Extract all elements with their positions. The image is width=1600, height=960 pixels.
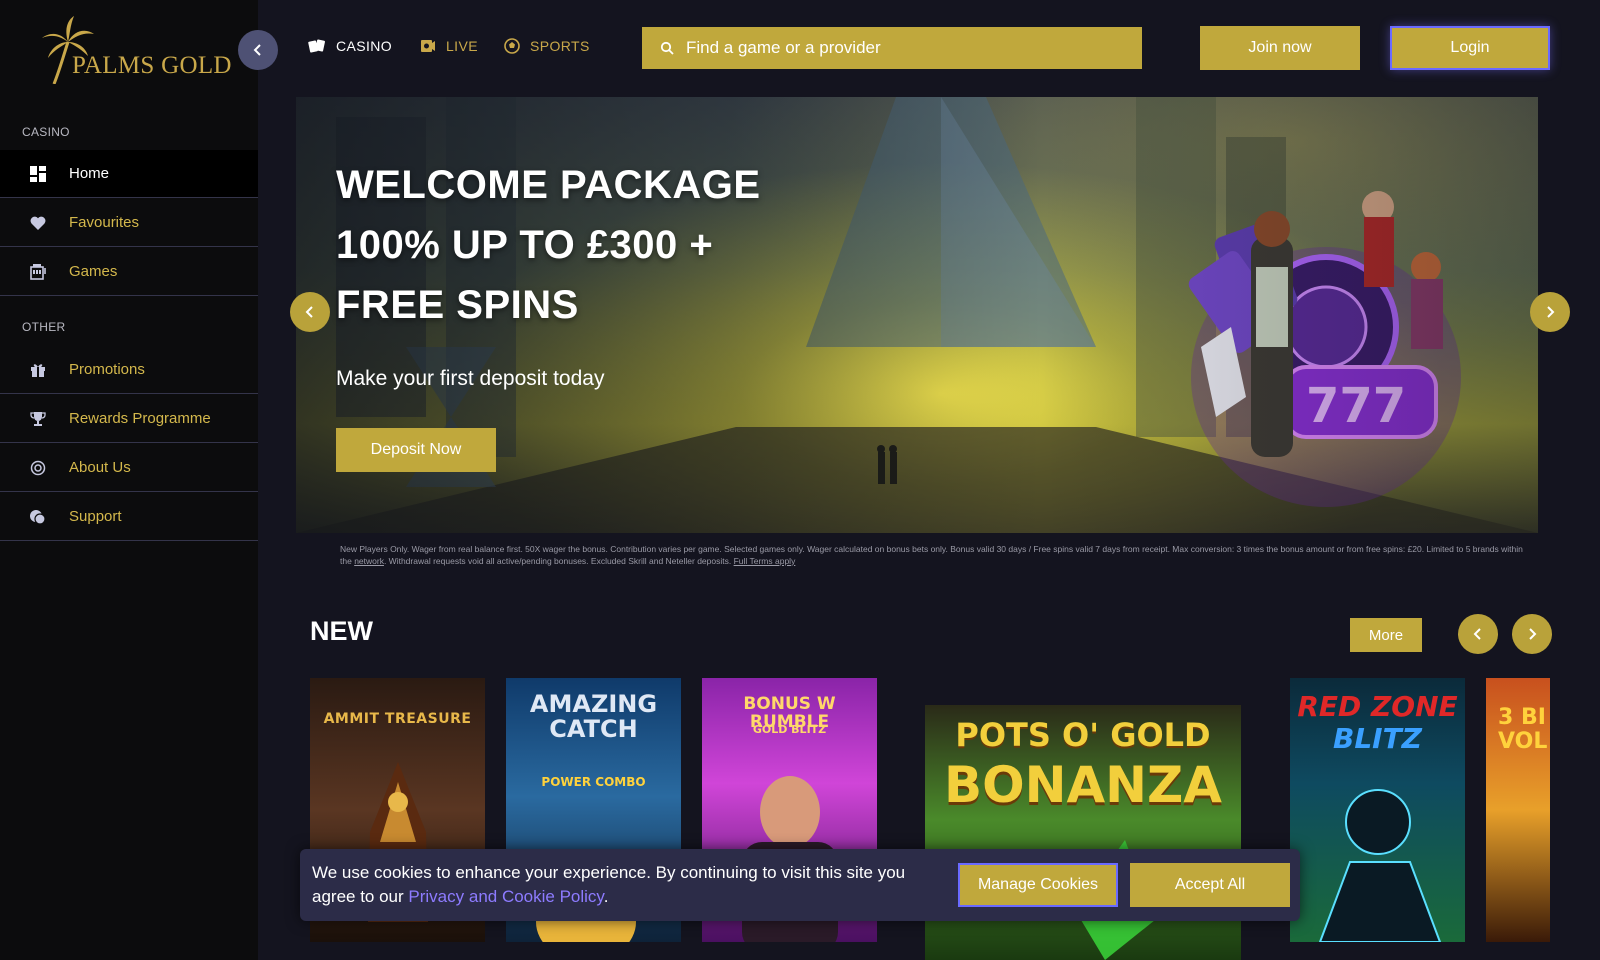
heart-icon [27,212,49,234]
hero-title-line-2: 100% UP TO £300 + [336,223,714,267]
chevron-left-icon [305,306,313,318]
deposit-now-button[interactable]: Deposit Now [336,428,496,472]
chevron-left-icon [253,44,261,56]
new-section-title: NEW [310,616,373,646]
sidebar-item-about-us[interactable]: About Us [0,444,258,492]
info-circle-icon [27,457,49,479]
sidebar-item-games[interactable]: Games [0,248,258,296]
nav-casino-label: CASINO [336,38,393,54]
nav-casino[interactable]: CASINO [308,38,392,54]
game-subtitle: VOL [1498,729,1548,754]
sidebar-item-home[interactable]: Home [0,150,258,198]
search-input[interactable] [686,38,1106,58]
search-icon [660,41,674,55]
nav-live[interactable]: LIVE [420,38,478,54]
sidebar-item-label: Favourites [69,214,140,231]
hero-prev-button[interactable] [290,292,330,332]
game-title: RED ZONE [1297,690,1458,723]
game-title: POTS O' GOLD [955,716,1211,754]
hero-title-line-1: WELCOME PACKAGE [336,163,761,207]
sidebar-item-label: About Us [69,459,131,476]
collapse-sidebar-button[interactable] [238,30,278,70]
brand-logo[interactable]: PALMS GOLD [38,14,231,84]
game-tile-partial[interactable]: 3 BI VOL [1486,678,1550,942]
hero-next-button[interactable] [1530,292,1570,332]
privacy-policy-link[interactable]: Privacy and Cookie Policy [408,887,603,906]
football-icon [504,38,520,54]
game-title: AMAZING CATCH [529,690,658,744]
manage-cookies-button[interactable]: Manage Cookies [958,863,1118,907]
nav-sports[interactable]: SPORTS [504,38,590,54]
sidebar-item-support[interactable]: Support [0,493,258,541]
game-subtitle: GOLD BLITZ [752,723,827,736]
network-link[interactable]: network [354,556,384,566]
sidebar-item-label: Home [69,165,110,182]
chat-icon [27,506,49,528]
other-section-label: OTHER [22,320,66,334]
terms-text-2: . Withdrawal requests void all active/pe… [383,555,734,566]
chevron-left-icon [1473,628,1481,640]
search-bar[interactable] [642,27,1142,69]
game-subtitle: POWER COMBO [541,775,646,789]
cookie-message: We use cookies to enhance your experienc… [312,861,942,909]
game-title: AMMIT TREASURE [323,711,472,727]
join-now-button[interactable]: Join now [1200,26,1360,70]
nav-live-label: LIVE [446,38,478,54]
casino-section-label: CASINO [22,125,70,139]
grid-icon [27,163,49,185]
cookie-banner: We use cookies to enhance your experienc… [300,849,1300,921]
sidebar-item-rewards[interactable]: Rewards Programme [0,395,258,443]
game-subtitle: BONANZA [944,756,1222,814]
sidebar-item-label: Support [69,508,122,525]
game-artwork [1318,789,1442,942]
hero-banner: 777 WELCOME PACKAGE 100% UP TO £300 + FR… [296,97,1538,533]
sidebar-item-favourites[interactable]: Favourites [0,199,258,247]
brand-name: PALMS GOLD [72,52,232,79]
hero-title-line-3: FREE SPINS [336,283,579,327]
slot-machine-icon [27,261,49,283]
login-button[interactable]: Login [1390,26,1550,70]
new-prev-button[interactable] [1458,614,1498,654]
cookie-text: We use cookies to enhance your experienc… [312,863,906,906]
game-tile-red-zone-blitz[interactable]: RED ZONE BLITZ [1290,678,1465,942]
chevron-right-icon [1529,628,1537,640]
cards-icon [308,38,326,54]
sidebar: PALMS GOLD CASINO Home Favourites Games … [0,0,258,960]
sidebar-item-label: Promotions [69,361,145,378]
live-dealer-icon [420,38,436,54]
sidebar-item-label: Games [69,263,118,280]
sidebar-item-label: Rewards Programme [69,410,211,427]
bonus-terms: New Players Only. Wager from real balanc… [340,544,1530,567]
trophy-icon [27,408,49,430]
full-terms-link[interactable]: Full Terms apply [734,556,796,566]
game-tile-pots-o-gold-bonanza[interactable]: POTS O' GOLD BONANZA [925,705,1241,960]
game-title: 3 BI [1498,705,1546,730]
accept-all-button[interactable]: Accept All [1130,863,1290,907]
cookie-text-end: . [603,887,609,906]
chevron-right-icon [1547,306,1555,318]
more-button[interactable]: More [1350,618,1422,652]
new-next-button[interactable] [1512,614,1552,654]
hero-subtitle: Make your first deposit today [336,367,605,390]
gift-icon [27,359,49,381]
nav-sports-label: SPORTS [530,38,590,54]
game-subtitle: BLITZ [1332,722,1422,755]
sidebar-item-promotions[interactable]: Promotions [0,346,258,394]
